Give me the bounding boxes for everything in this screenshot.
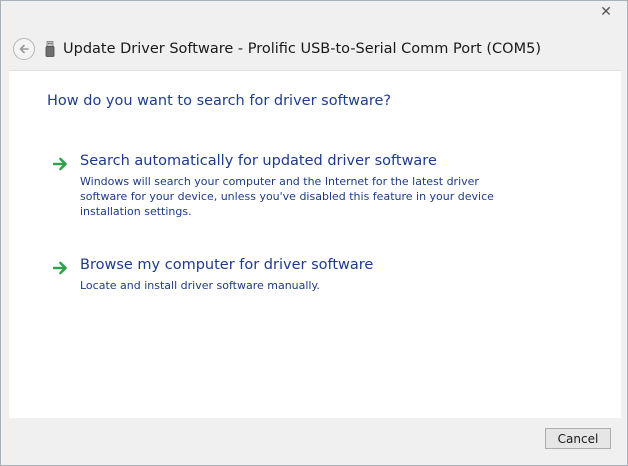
green-arrow-icon xyxy=(53,261,67,275)
green-arrow-icon xyxy=(53,157,67,171)
dialog-header: Update Driver Software - Prolific USB-to… xyxy=(9,29,541,69)
option-description: Windows will search your computer and th… xyxy=(80,175,494,218)
dialog-window: ✕ Update Driver Software - Prolific USB-… xyxy=(0,0,628,466)
window-title: Update Driver Software - Prolific USB-to… xyxy=(63,41,541,57)
cancel-button[interactable]: Cancel xyxy=(545,428,611,449)
close-icon: ✕ xyxy=(600,4,612,20)
option-description: Locate and install driver software manua… xyxy=(80,279,320,292)
usb-device-icon xyxy=(45,41,55,57)
back-button[interactable] xyxy=(13,38,35,60)
dialog-footer: Cancel xyxy=(9,418,621,458)
question-heading: How do you want to search for driver sof… xyxy=(47,93,392,109)
option-title: Search automatically for updated driver … xyxy=(80,153,437,169)
back-arrow-icon xyxy=(19,44,29,54)
option-title: Browse my computer for driver software xyxy=(80,257,374,273)
content-panel: How do you want to search for driver sof… xyxy=(9,70,621,418)
close-button[interactable]: ✕ xyxy=(591,2,621,22)
